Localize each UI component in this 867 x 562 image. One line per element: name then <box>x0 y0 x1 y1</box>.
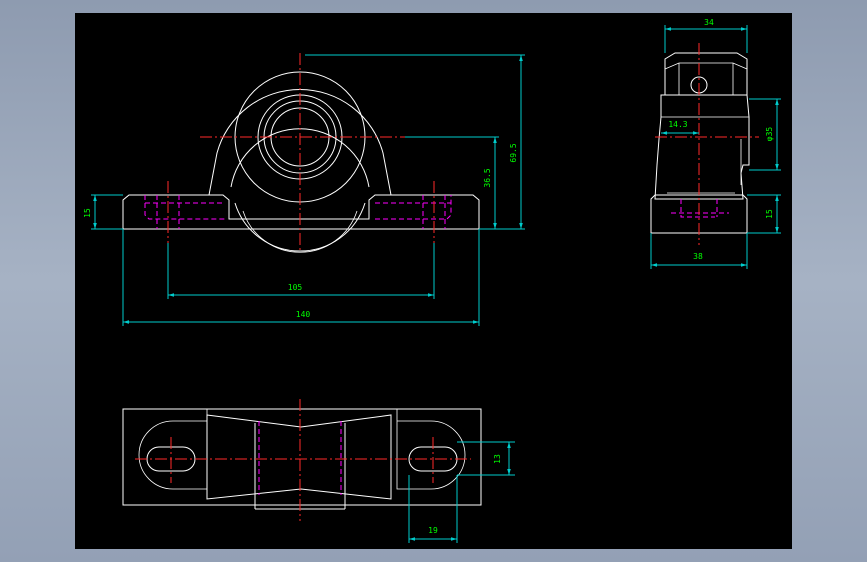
dim-bolt-spacing: 105 <box>288 283 303 292</box>
side-cap-top <box>664 62 748 70</box>
dim-slot-width: 13 <box>493 454 502 464</box>
top-centerlines <box>135 399 471 521</box>
front-base-outline <box>122 194 480 230</box>
top-right-lug <box>396 409 466 490</box>
side-body-outline <box>654 94 750 200</box>
dim-side-base-width: 38 <box>693 252 703 261</box>
top-housing-outline <box>206 414 392 500</box>
dim-side-offset: 14.3 <box>668 120 687 129</box>
dim-front-height-total: 69.5 <box>509 143 518 162</box>
dim-side-bore: φ35 <box>765 127 774 142</box>
side-centerlines <box>655 43 759 245</box>
front-view <box>122 71 480 253</box>
side-cap-strap <box>678 63 734 95</box>
dim-slot-length: 19 <box>428 526 438 535</box>
top-dimension-text: 13 19 <box>428 454 502 535</box>
cad-viewport[interactable]: 69.5 36.5 15 105 140 34 14.3 φ35 15 38 1… <box>75 13 792 549</box>
front-hidden-lines <box>144 195 452 229</box>
cad-drawing: 69.5 36.5 15 105 140 34 14.3 φ35 15 38 1… <box>83 18 781 543</box>
top-left-lug <box>138 409 208 490</box>
front-centerlines <box>167 53 435 253</box>
side-dimensions <box>650 25 781 269</box>
dim-front-center-height: 36.5 <box>483 168 492 187</box>
dim-side-width-top: 34 <box>704 18 714 27</box>
dim-front-base-thickness: 15 <box>83 208 92 218</box>
side-dimension-text: 34 14.3 φ35 15 38 <box>668 18 774 261</box>
dim-base-length: 140 <box>296 310 311 319</box>
dim-side-base-thickness: 15 <box>765 209 774 219</box>
side-hidden-lines <box>671 199 729 218</box>
side-view <box>650 52 750 234</box>
top-base-outline <box>122 408 482 506</box>
